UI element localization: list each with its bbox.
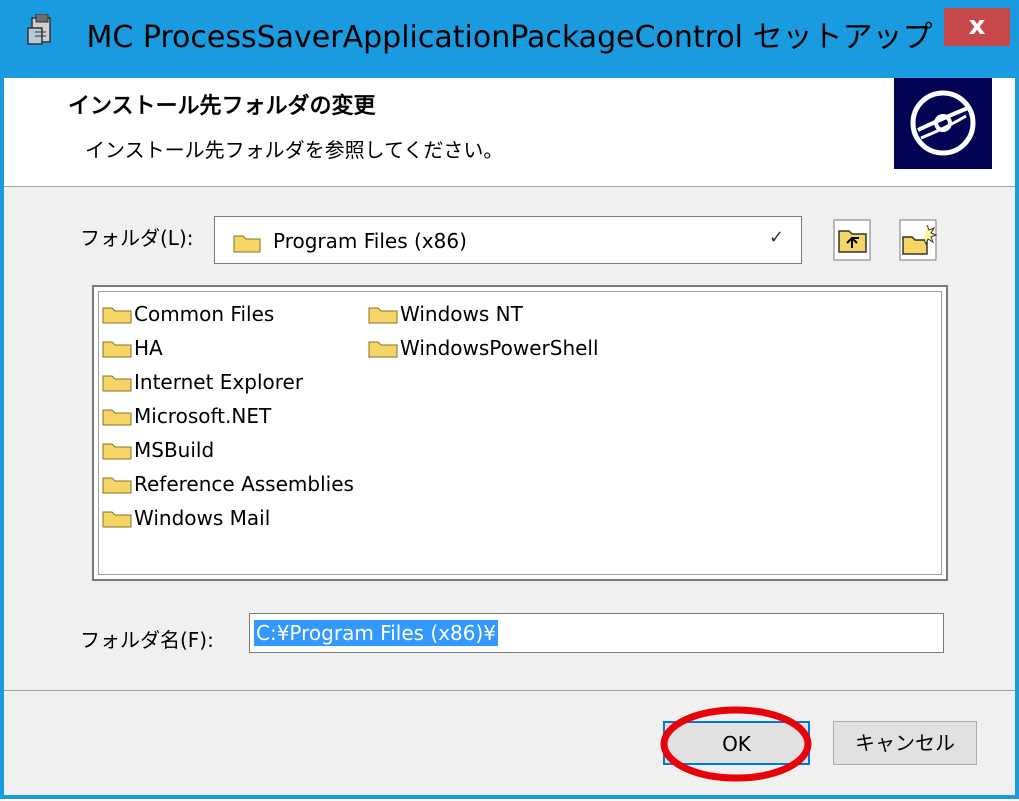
- folder-icon: [102, 341, 132, 358]
- setup-dialog: MC ProcessSaverApplicationPackageControl…: [0, 0, 1019, 799]
- divider: [4, 690, 1015, 691]
- folder-list[interactable]: Common Files HA Internet Explorer Micros…: [92, 285, 948, 581]
- folder-name-label: フォルダ名(F):: [80, 628, 214, 652]
- folder-icon: [368, 307, 398, 324]
- new-folder-button[interactable]: [899, 219, 938, 261]
- new-folder-icon: [899, 219, 938, 261]
- ok-button[interactable]: OK: [663, 721, 810, 765]
- cancel-button[interactable]: キャンセル: [833, 721, 977, 765]
- folder-up-icon: [833, 219, 871, 261]
- folder-icon: [102, 477, 132, 494]
- folder-dropdown[interactable]: Program Files (x86) ✓: [214, 216, 802, 264]
- folder-icon: [102, 375, 132, 392]
- folder-icon: [102, 511, 132, 528]
- folder-icon: [368, 341, 398, 358]
- dialog-header: インストール先フォルダの変更 インストール先フォルダを参照してください。: [4, 78, 1015, 187]
- folder-icon: [233, 235, 261, 253]
- title-bar[interactable]: MC ProcessSaverApplicationPackageControl…: [0, 0, 1019, 78]
- folder-icon: [102, 307, 132, 324]
- header-title: インストール先フォルダの変更: [68, 94, 376, 119]
- folder-icon: [102, 443, 132, 460]
- folder-name-value: C:¥Program Files (x86)¥: [254, 620, 499, 646]
- folder-label: フォルダ(L):: [80, 226, 194, 250]
- close-icon: x: [968, 11, 986, 41]
- close-button[interactable]: x: [944, 8, 1010, 46]
- folder-dropdown-value: Program Files (x86): [273, 229, 467, 253]
- disc-icon: [894, 78, 992, 169]
- window-title: MC ProcessSaverApplicationPackageControl…: [86, 20, 933, 55]
- chevron-down-icon[interactable]: ✓: [769, 227, 784, 248]
- folder-name-input[interactable]: C:¥Program Files (x86)¥: [249, 613, 944, 653]
- header-subtitle: インストール先フォルダを参照してください。: [85, 138, 504, 162]
- folder-icon: [102, 409, 132, 426]
- folder-up-button[interactable]: [833, 219, 871, 261]
